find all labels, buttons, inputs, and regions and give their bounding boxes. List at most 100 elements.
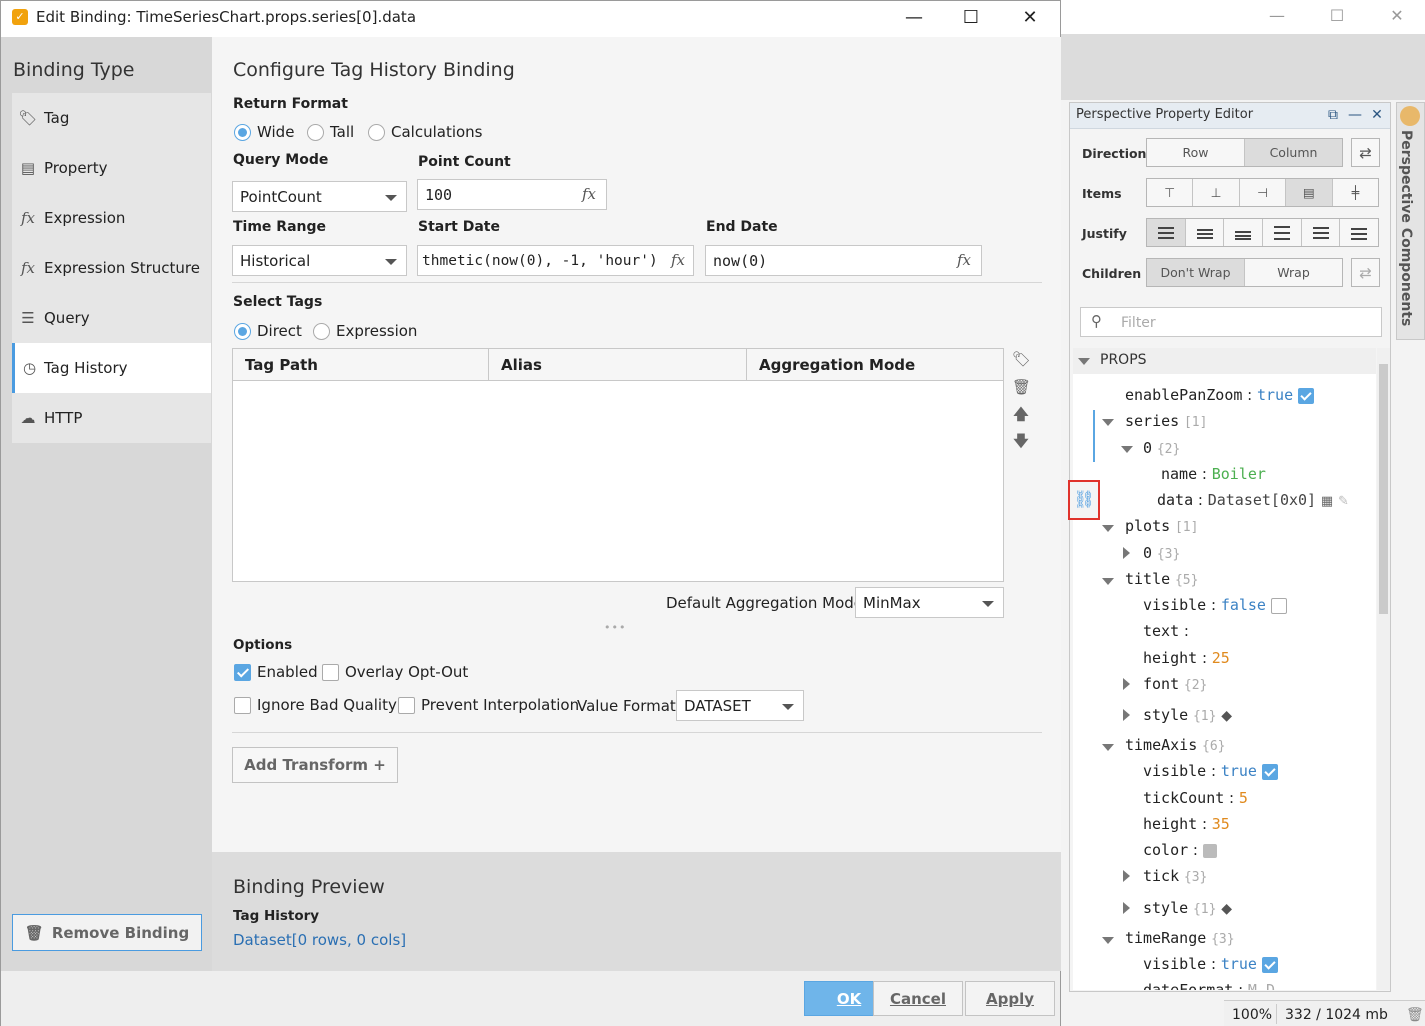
checkbox-unchecked[interactable]: [322, 663, 339, 681]
binding-type-expression[interactable]: fx Expression: [12, 193, 211, 243]
time-range-select[interactable]: Historical: [232, 245, 407, 276]
add-transform-button[interactable]: Add Transform +: [232, 747, 398, 783]
dont-wrap-button[interactable]: Don't Wrap: [1147, 259, 1245, 286]
column-header-aggregation-mode[interactable]: Aggregation Mode: [747, 349, 1003, 380]
end-date-input[interactable]: now(0) fx: [705, 245, 982, 276]
return-format-calculations[interactable]: Calculations: [368, 123, 483, 141]
tree-row-timeaxis[interactable]: timeAxis {6}: [1125, 736, 1226, 754]
tree-row-series[interactable]: series [1]: [1125, 412, 1207, 430]
align-start-icon[interactable]: ⊤: [1147, 179, 1194, 206]
tree-row-timerange[interactable]: timeRange {3}: [1125, 929, 1235, 947]
align-baseline-icon[interactable]: ╪: [1333, 179, 1378, 206]
collapse-icon[interactable]: [1078, 358, 1090, 365]
binding-link-icon[interactable]: ⛓: [1068, 480, 1100, 520]
filter-input[interactable]: ⚲ Filter: [1080, 307, 1382, 337]
binding-type-http[interactable]: ☁ HTTP: [12, 393, 211, 443]
default-aggregation-select[interactable]: MinMax: [855, 587, 1004, 618]
binding-type-property[interactable]: ▤ Property: [12, 143, 211, 193]
tree-row-series-0[interactable]: 0 {2}: [1143, 439, 1180, 457]
scrollbar-thumb[interactable]: [1379, 364, 1388, 614]
style-editor-icon[interactable]: ◆: [1221, 708, 1232, 724]
binding-type-query[interactable]: ☰ Query: [12, 293, 211, 343]
expand-icon[interactable]: [1102, 419, 1114, 426]
expand-icon[interactable]: [1102, 578, 1114, 585]
add-tag-icon[interactable]: 🏷: [1012, 350, 1031, 368]
align-end-icon[interactable]: ⊣: [1240, 179, 1287, 206]
radio-selected[interactable]: [234, 322, 251, 340]
return-format-tall[interactable]: Tall: [307, 123, 354, 141]
query-mode-select[interactable]: PointCount: [232, 181, 407, 212]
select-tags-expression[interactable]: Expression: [313, 322, 417, 340]
radio-unselected[interactable]: [307, 123, 324, 141]
column-header-tag-path[interactable]: Tag Path: [233, 349, 489, 380]
start-date-input[interactable]: thmetic(now(0), -1, 'hour') fx: [417, 245, 694, 276]
property-tree-scrollbar[interactable]: [1377, 348, 1390, 990]
checkbox-unchecked[interactable]: [1270, 597, 1287, 614]
reverse-wrap-icon[interactable]: ⇄: [1351, 258, 1380, 287]
close-icon[interactable]: ✕: [1368, 106, 1386, 124]
option-overlay-opt-out[interactable]: Overlay Opt-Out: [322, 663, 468, 681]
select-tags-direct[interactable]: Direct: [234, 322, 302, 340]
bg-minimize-button[interactable]: —: [1262, 5, 1292, 27]
binding-type-expression-structure[interactable]: fx Expression Structure: [12, 243, 211, 293]
maximize-button[interactable]: ☐: [948, 5, 994, 31]
option-prevent-interpolation[interactable]: Prevent Interpolation: [398, 696, 579, 714]
color-swatch[interactable]: [1202, 843, 1217, 858]
expand-icon[interactable]: [1123, 678, 1130, 690]
return-format-wide[interactable]: Wide: [234, 123, 294, 141]
resize-grip[interactable]: •••: [604, 621, 626, 634]
wrap-button[interactable]: Wrap: [1245, 259, 1342, 286]
style-editor-icon[interactable]: ◆: [1221, 901, 1232, 917]
tree-row-timeaxis-tickcount[interactable]: tickCount : 5: [1143, 789, 1248, 807]
justify-space-around-icon[interactable]: [1302, 219, 1341, 246]
radio-selected[interactable]: [234, 123, 251, 141]
checkbox-checked[interactable]: [1261, 763, 1278, 780]
tree-row-timerange-dateformat[interactable]: dateFormat : M D: [1143, 981, 1275, 990]
tree-row-timerange-visible[interactable]: visible : true: [1143, 955, 1278, 973]
edit-icon[interactable]: ✎: [1338, 494, 1349, 509]
value-format-select[interactable]: DATASET: [676, 690, 804, 721]
checkbox-checked[interactable]: [234, 663, 251, 681]
fx-icon[interactable]: fx: [957, 251, 971, 269]
fx-icon[interactable]: fx: [670, 251, 685, 269]
remove-binding-button[interactable]: 🗑 Remove Binding: [12, 914, 202, 951]
tree-row-enablepanzoom[interactable]: enablePanZoom : true: [1125, 386, 1314, 404]
preview-value[interactable]: Dataset[0 rows, 0 cols]: [233, 931, 406, 949]
tree-row-timeaxis-tick[interactable]: tick {3}: [1143, 867, 1207, 885]
bg-close-button[interactable]: ✕: [1382, 5, 1412, 27]
apply-button[interactable]: Apply: [965, 981, 1055, 1016]
checkbox-checked[interactable]: [1297, 387, 1314, 404]
tree-row-title-style[interactable]: style {1} ◆: [1143, 706, 1232, 724]
props-section-header[interactable]: PROPS: [1073, 348, 1376, 374]
checkbox-checked[interactable]: [1261, 956, 1278, 973]
reverse-direction-icon[interactable]: ⇄: [1351, 138, 1380, 167]
tree-row-timeaxis-visible[interactable]: visible : true: [1143, 762, 1278, 780]
tree-row-title[interactable]: title {5}: [1125, 570, 1198, 588]
justify-end-icon[interactable]: [1224, 219, 1264, 246]
align-center-icon[interactable]: ⊥: [1193, 179, 1240, 206]
tree-row-plots[interactable]: plots [1]: [1125, 517, 1198, 535]
option-enabled[interactable]: Enabled: [234, 663, 318, 681]
point-count-input[interactable]: 100 fx: [417, 179, 607, 210]
bg-maximize-button[interactable]: ☐: [1322, 5, 1352, 27]
option-ignore-bad-quality[interactable]: Ignore Bad Quality: [234, 696, 397, 714]
tree-row-name[interactable]: name : Boiler: [1161, 465, 1266, 483]
tree-row-timeaxis-height[interactable]: height : 35: [1143, 815, 1230, 833]
justify-start-icon[interactable]: [1147, 219, 1186, 246]
tree-row-title-visible[interactable]: visible : false: [1143, 596, 1287, 614]
tree-row-timeaxis-color[interactable]: color :: [1143, 841, 1217, 859]
expand-icon[interactable]: [1102, 525, 1114, 532]
move-down-icon[interactable]: 🡇: [1012, 431, 1030, 456]
justify-space-evenly-icon[interactable]: [1340, 219, 1378, 246]
justify-center-icon[interactable]: [1186, 219, 1225, 246]
tree-row-timeaxis-style[interactable]: style {1} ◆: [1143, 899, 1232, 917]
checkbox-unchecked[interactable]: [398, 696, 415, 714]
expand-icon[interactable]: [1102, 937, 1114, 944]
cancel-button[interactable]: Cancel: [873, 981, 963, 1016]
direction-column-button[interactable]: Column: [1245, 139, 1342, 166]
checkbox-unchecked[interactable]: [234, 696, 251, 714]
binding-type-tag[interactable]: 🏷 Tag: [12, 93, 211, 143]
delete-icon[interactable]: 🗑: [1012, 378, 1031, 396]
expand-icon[interactable]: [1123, 709, 1130, 721]
minimize-button[interactable]: —: [891, 5, 937, 31]
